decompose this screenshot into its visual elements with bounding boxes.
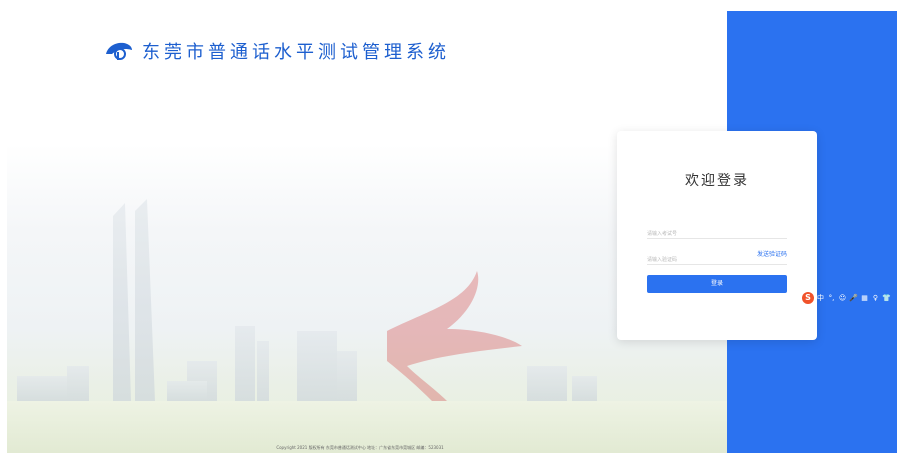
account-field [647, 220, 787, 241]
account-input[interactable] [647, 227, 735, 241]
ime-skin-icon[interactable]: 👕 [882, 294, 891, 302]
code-field: 发送验证码 [647, 246, 787, 267]
login-page: 东莞市普通话水平测试管理系统 欢迎登录 发送验证码 登录 S 中 °, ☺ 🎤 … [0, 0, 897, 453]
login-title: 欢迎登录 [685, 173, 749, 189]
page-title: 东莞市普通话水平测试管理系统 [142, 42, 450, 63]
copyright-footer: Copyright 2021 版权所有 东莞市普通话测试中心 地址：广东省东莞市… [276, 445, 444, 450]
ime-toolbar: S 中 °, ☺ 🎤 ▦ ♀ 👕 [802, 291, 895, 305]
ime-voice-icon[interactable]: 🎤 [849, 294, 858, 302]
ime-emoji-icon[interactable]: ☺ [838, 294, 847, 302]
verification-code-input[interactable] [647, 253, 735, 267]
site-logo: 东莞市普通话水平测试管理系统 [104, 38, 450, 64]
megaphone-logo-icon [106, 42, 132, 60]
ime-keyboard-icon[interactable]: ▦ [860, 294, 869, 302]
ime-chinese-mode-icon[interactable]: 中 [816, 293, 825, 303]
sogou-ime-icon[interactable]: S [802, 292, 814, 304]
login-button[interactable]: 登录 [647, 275, 787, 293]
login-card: 欢迎登录 发送验证码 登录 [617, 131, 817, 340]
send-code-link[interactable]: 发送验证码 [757, 249, 787, 258]
ime-punctuation-icon[interactable]: °, [827, 294, 836, 302]
ime-user-icon[interactable]: ♀ [871, 294, 880, 302]
